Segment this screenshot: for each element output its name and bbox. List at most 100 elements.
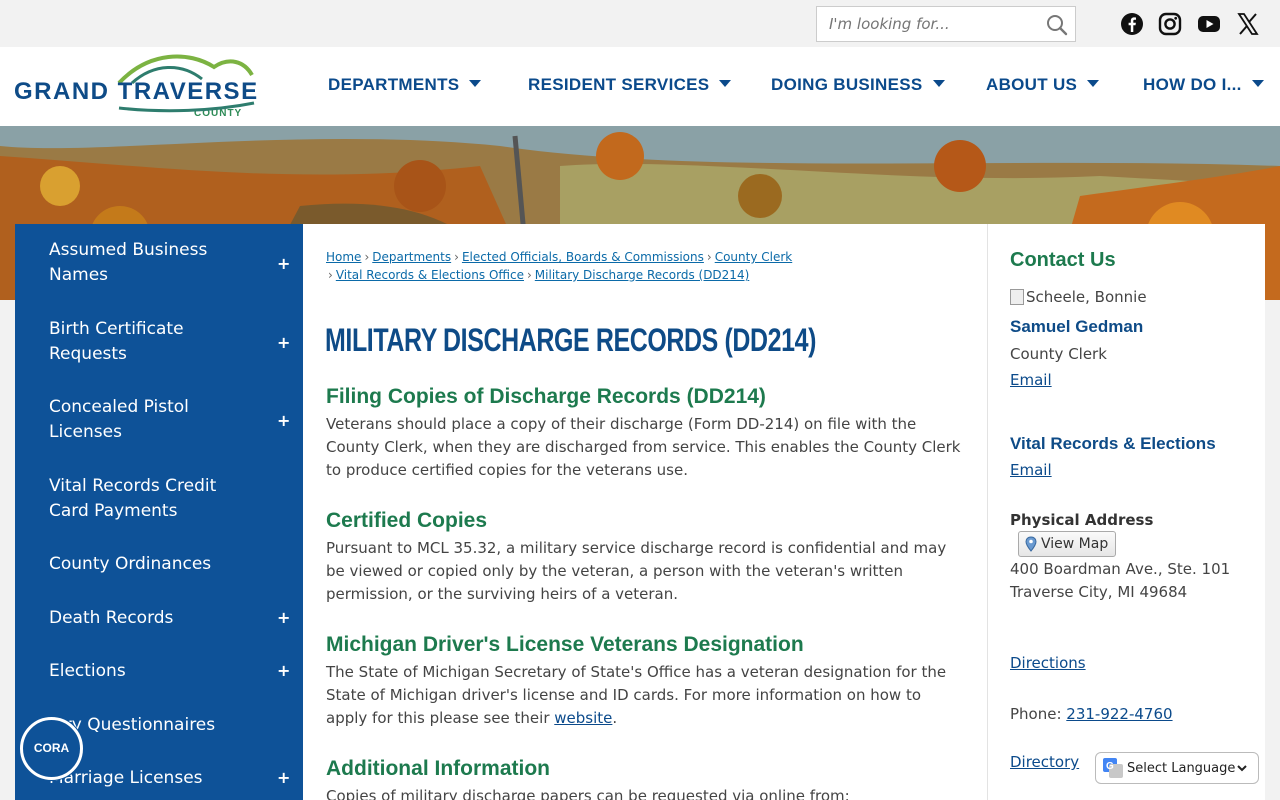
dept-email-link[interactable]: Email [1010, 461, 1052, 479]
contact-photo: Scheele, Bonnie [1010, 288, 1147, 306]
google-translate-icon: G [1103, 758, 1123, 778]
sidebar-item-concealed-pistol-licenses[interactable]: Concealed Pistol Licenses + [15, 395, 303, 447]
utility-bar [0, 0, 1280, 47]
section-body-additional: Copies of military discharge papers can … [326, 787, 850, 800]
language-select[interactable]: G Select Language [1095, 752, 1259, 784]
view-map-button[interactable]: View Map [1018, 531, 1117, 557]
sidebar-item-assumed-business-names[interactable]: Assumed Business Names + [15, 238, 303, 290]
sidebar-item-label: Concealed Pistol Licenses [49, 397, 189, 442]
broken-image-icon [1010, 289, 1024, 305]
section-heading-additional: Additional Information [326, 757, 550, 780]
breadcrumb-vital-records[interactable]: Vital Records & Elections Office [336, 268, 524, 282]
sidebar-item-county-ordinances[interactable]: County Ordinances [15, 552, 303, 578]
section-body-filing: Veterans should place a copy of their di… [326, 415, 961, 479]
contact-panel: Contact Us Scheele, Bonnie Samuel Gedman… [987, 224, 1265, 800]
nav-label: DOING BUSINESS [771, 75, 923, 94]
section-heading-drivers-license: Michigan Driver's License Veterans Desig… [326, 633, 804, 656]
expand-plus-icon[interactable]: + [277, 413, 290, 429]
sidebar-item-label: Death Records [49, 608, 174, 628]
address-label: Physical Address [1010, 511, 1154, 529]
section-heading-certified: Certified Copies [326, 509, 488, 532]
breadcrumb-separator: › [706, 250, 712, 264]
language-select-label: Select Language [1127, 760, 1236, 776]
address-line-2: Traverse City, MI 49684 [1010, 583, 1188, 601]
logo-text: GRAND TRAVERSE [14, 78, 259, 105]
chevron-down-icon [719, 80, 732, 87]
sidebar-item-label: Vital Records Credit Card Payments [49, 476, 217, 521]
nav-about-us[interactable]: ABOUT US [986, 75, 1100, 95]
youtube-icon[interactable] [1196, 11, 1222, 37]
chevron-down-icon [469, 80, 482, 87]
nav-how-do-i[interactable]: HOW DO I... [1143, 75, 1264, 95]
nav-label: DEPARTMENTS [328, 75, 460, 94]
breadcrumb-county-clerk[interactable]: County Clerk [715, 250, 793, 264]
dept-name: Vital Records & Elections [1010, 434, 1216, 453]
nav-doing-business[interactable]: DOING BUSINESS [771, 75, 945, 95]
sidebar-item-label: Birth Certificate Requests [49, 319, 184, 364]
phone-line: Phone: 231-922-4760 [1010, 703, 1173, 726]
nav-departments[interactable]: DEPARTMENTS [328, 75, 482, 95]
sidebar-item-death-records[interactable]: Death Records + [15, 606, 303, 632]
breadcrumb-separator: › [526, 268, 532, 282]
cora-label: CORA [33, 741, 70, 755]
nav-resident-services[interactable]: RESIDENT SERVICES [528, 75, 732, 95]
breadcrumb-separator: › [454, 250, 459, 264]
breadcrumb: Home › Departments › Elected Officials, Boar… [326, 248, 806, 284]
chevron-down-icon [1251, 80, 1264, 87]
instagram-icon[interactable] [1157, 11, 1183, 37]
section-body-drivers-license: The State of Michigan Secretary of State… [326, 661, 966, 730]
section-body-text: The State of Michigan Secretary of State… [326, 663, 947, 727]
nav-label: ABOUT US [986, 75, 1078, 94]
sidebar-item-birth-certificate-requests[interactable]: Birth Certificate Requests + [15, 317, 303, 369]
contact-heading: Contact Us [1010, 249, 1116, 271]
expand-plus-icon[interactable]: + [277, 610, 290, 626]
section-body-certified: Pursuant to MCL 35.32, a military servic… [326, 539, 947, 603]
sidebar-nav: Assumed Business Names + Birth Certifica… [15, 224, 303, 800]
expand-plus-icon[interactable]: + [277, 335, 290, 351]
view-map-label: View Map [1041, 536, 1109, 552]
main-content: Home › Departments › Elected Officials, Boar… [303, 224, 987, 800]
directory-link[interactable]: Directory [1010, 753, 1079, 771]
breadcrumb-separator: › [328, 268, 333, 282]
contact-name: Samuel Gedman [1010, 317, 1144, 336]
website-link[interactable]: website [554, 709, 612, 727]
facebook-icon[interactable] [1119, 11, 1145, 37]
section-body-end: . [612, 709, 618, 727]
chevron-down-icon [1087, 80, 1100, 87]
directions-link[interactable]: Directions [1010, 654, 1086, 672]
search-box [816, 6, 1076, 42]
page-title: MILITARY DISCHARGE RECORDS (DD214) [325, 322, 817, 358]
contact-photo-alt: Scheele, Bonnie [1026, 288, 1147, 306]
chevron-down-icon [1237, 765, 1247, 772]
contact-email-link[interactable]: Email [1010, 371, 1052, 389]
sidebar-item-label: Marriage Licenses [49, 768, 203, 788]
sidebar-item-label: County Ordinances [49, 554, 212, 574]
map-pin-icon [1025, 536, 1037, 552]
address-line-1: 400 Boardman Ave., Ste. 101 [1010, 560, 1231, 578]
nav-label: RESIDENT SERVICES [528, 75, 710, 94]
phone-link[interactable]: 231-922-4760 [1066, 705, 1172, 723]
nav-label: HOW DO I... [1143, 75, 1242, 94]
sidebar-item-elections[interactable]: Elections + [15, 659, 303, 685]
sidebar-item-vital-records-payments[interactable]: Vital Records Credit Card Payments [15, 474, 303, 526]
cora-chat-button[interactable]: CORA [20, 717, 83, 780]
svg-text:G: G [1106, 761, 1114, 772]
breadcrumb-departments[interactable]: Departments [372, 250, 451, 264]
county-logo[interactable]: GRAND TRAVERSE COUNTY [14, 53, 259, 121]
breadcrumb-separator: › [364, 250, 370, 264]
sidebar-item-label: Jury Questionnaires [49, 715, 216, 735]
expand-plus-icon[interactable]: + [277, 663, 290, 679]
x-icon[interactable] [1235, 11, 1261, 37]
sidebar-item-label: Assumed Business Names [49, 240, 208, 285]
site-header: GRAND TRAVERSE COUNTY DEPARTMENTS RESIDE… [0, 47, 1280, 126]
breadcrumb-current[interactable]: Military Discharge Records (DD214) [535, 268, 749, 282]
chevron-down-icon [932, 80, 945, 87]
section-heading-filing: Filing Copies of Discharge Records (DD21… [326, 385, 766, 408]
search-icon[interactable] [1045, 13, 1069, 37]
breadcrumb-elected-officials[interactable]: Elected Officials, Boards & Commissions [462, 250, 704, 264]
search-input[interactable] [817, 7, 1037, 41]
sidebar-item-label: Elections [49, 661, 126, 681]
expand-plus-icon[interactable]: + [277, 770, 290, 786]
expand-plus-icon[interactable]: + [277, 256, 290, 272]
breadcrumb-home[interactable]: Home [326, 250, 361, 264]
